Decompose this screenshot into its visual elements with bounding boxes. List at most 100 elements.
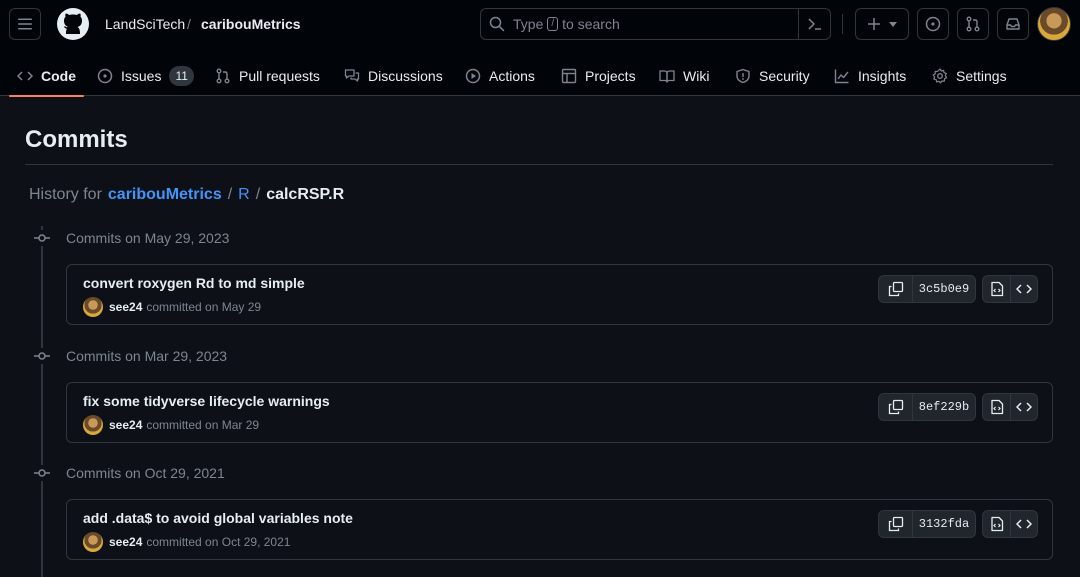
author-avatar[interactable] <box>83 297 103 317</box>
commit-sha: 3c5b0e9 <box>918 282 970 296</box>
commit-author[interactable]: see24 <box>109 535 142 549</box>
history-path-repo[interactable]: caribouMetrics <box>108 184 222 206</box>
table-icon <box>561 68 577 84</box>
tab-insights[interactable]: Insights <box>834 56 906 96</box>
tab-issues-label: Issues <box>121 68 162 84</box>
commit-sha-link[interactable]: 3c5b0e9 <box>912 276 975 302</box>
book-icon <box>659 70 675 83</box>
commit-node-icon <box>34 348 50 364</box>
commit-row: add .data$ to avoid global variables not… <box>66 499 1053 560</box>
tab-discussions[interactable]: Discussions <box>344 56 443 96</box>
tab-wiki[interactable]: Wiki <box>659 56 709 96</box>
tab-pull-requests-label: Pull requests <box>239 68 320 84</box>
gear-icon <box>932 68 948 84</box>
title-divider <box>25 164 1053 165</box>
menu-button[interactable] <box>9 8 41 40</box>
commit-author[interactable]: see24 <box>109 418 142 432</box>
commit-message-link[interactable]: fix some tidyverse lifecycle warnings <box>83 393 330 409</box>
view-file-at-commit-button[interactable] <box>983 511 1010 537</box>
tab-insights-label: Insights <box>858 68 907 84</box>
code-icon <box>17 71 33 81</box>
code-icon <box>1016 519 1032 529</box>
sha-button-group: 3c5b0e9 <box>878 275 976 303</box>
commit-meta: see24 committed on Oct 29, 2021 <box>83 532 290 552</box>
pull-request-icon <box>216 68 230 84</box>
tab-projects-label: Projects <box>585 68 636 84</box>
timeline-line <box>41 226 43 577</box>
author-avatar[interactable] <box>83 415 103 435</box>
search-input[interactable]: Type / to search <box>480 8 831 40</box>
commit-actions-group <box>982 275 1038 303</box>
user-avatar[interactable] <box>1037 7 1071 41</box>
code-icon <box>1016 402 1032 412</box>
code-icon <box>1016 284 1032 294</box>
search-placeholder: Type / to search <box>513 16 620 32</box>
play-icon <box>465 68 481 84</box>
copy-sha-button[interactable] <box>879 394 912 420</box>
commit-row: fix some tidyverse lifecycle warnings se… <box>66 382 1053 443</box>
tab-projects[interactable]: Projects <box>561 56 636 96</box>
file-code-icon <box>990 281 1003 297</box>
breadcrumb-owner[interactable]: LandSciTech <box>105 14 185 34</box>
commit-group-date: Commits on Mar 29, 2023 <box>66 348 228 364</box>
commit-message-link[interactable]: convert roxygen Rd to md simple <box>83 275 305 291</box>
history-path-separator: / <box>255 186 261 203</box>
tab-pull-requests[interactable]: Pull requests <box>215 56 320 96</box>
file-code-icon <box>990 516 1003 532</box>
repo-tabs: Code Issues 11 Pull requests Discussions… <box>0 56 1080 97</box>
tab-code-label: Code <box>41 68 76 84</box>
copy-sha-button[interactable] <box>879 276 912 302</box>
commit-date: committed on May 29 <box>146 300 262 314</box>
tab-code[interactable]: Code <box>9 56 84 97</box>
hamburger-icon <box>18 18 32 30</box>
commit-message-link[interactable]: add .data$ to avoid global variables not… <box>83 510 353 526</box>
breadcrumb-separator: / <box>187 16 191 32</box>
tab-issues[interactable]: Issues 11 <box>97 56 194 96</box>
copy-sha-button[interactable] <box>879 511 912 537</box>
inbox-icon <box>1006 18 1020 30</box>
tab-wiki-label: Wiki <box>683 68 710 84</box>
commit-date: committed on Oct 29, 2021 <box>146 535 291 549</box>
commit-group-date: Commits on May 29, 2023 <box>66 230 230 246</box>
commit-node-icon <box>34 465 50 481</box>
tab-actions-label: Actions <box>489 68 535 84</box>
command-palette-button[interactable] <box>798 9 830 39</box>
commit-author[interactable]: see24 <box>109 300 142 314</box>
commit-meta: see24 committed on Mar 29 <box>83 415 259 435</box>
header-pull-requests-button[interactable] <box>957 8 989 40</box>
pull-request-icon <box>966 16 980 32</box>
commit-group-date: Commits on Oct 29, 2021 <box>66 465 225 481</box>
search-shortcut-key: / <box>547 17 559 31</box>
graph-icon <box>834 69 849 84</box>
tab-security[interactable]: Security <box>735 56 810 96</box>
copy-icon <box>888 281 903 297</box>
view-file-at-commit-button[interactable] <box>983 276 1010 302</box>
history-path-dir[interactable]: R <box>238 184 250 206</box>
header-inbox-button[interactable] <box>997 8 1029 40</box>
view-file-at-commit-button[interactable] <box>983 394 1010 420</box>
commit-group-heading: Commits on May 29, 2023 <box>34 228 229 248</box>
browse-repo-at-commit-button[interactable] <box>1010 511 1037 537</box>
commit-row: convert roxygen Rd to md simple see24 co… <box>66 264 1053 325</box>
history-breadcrumb: History for caribouMetrics / R / calcRSP… <box>29 184 344 206</box>
history-prefix: History for <box>29 186 102 203</box>
sha-button-group: 8ef229b <box>878 393 976 421</box>
github-logo-icon[interactable] <box>56 7 90 41</box>
browse-repo-at-commit-button[interactable] <box>1010 394 1037 420</box>
breadcrumb-repo[interactable]: caribouMetrics <box>201 14 301 34</box>
search-placeholder-suffix: to search <box>562 16 620 32</box>
issue-icon <box>97 68 113 84</box>
header-issues-button[interactable] <box>917 8 949 40</box>
tab-settings[interactable]: Settings <box>932 56 1007 96</box>
browse-repo-at-commit-button[interactable] <box>1010 276 1037 302</box>
issue-icon <box>925 16 941 32</box>
commit-sha: 3132fda <box>918 517 970 531</box>
sha-button-group: 3132fda <box>878 510 976 538</box>
shield-icon <box>736 68 750 84</box>
copy-icon <box>888 516 903 532</box>
tab-actions[interactable]: Actions <box>465 56 535 96</box>
author-avatar[interactable] <box>83 532 103 552</box>
commit-sha-link[interactable]: 8ef229b <box>912 394 975 420</box>
commit-sha-link[interactable]: 3132fda <box>912 511 975 537</box>
create-new-button[interactable] <box>855 8 909 40</box>
